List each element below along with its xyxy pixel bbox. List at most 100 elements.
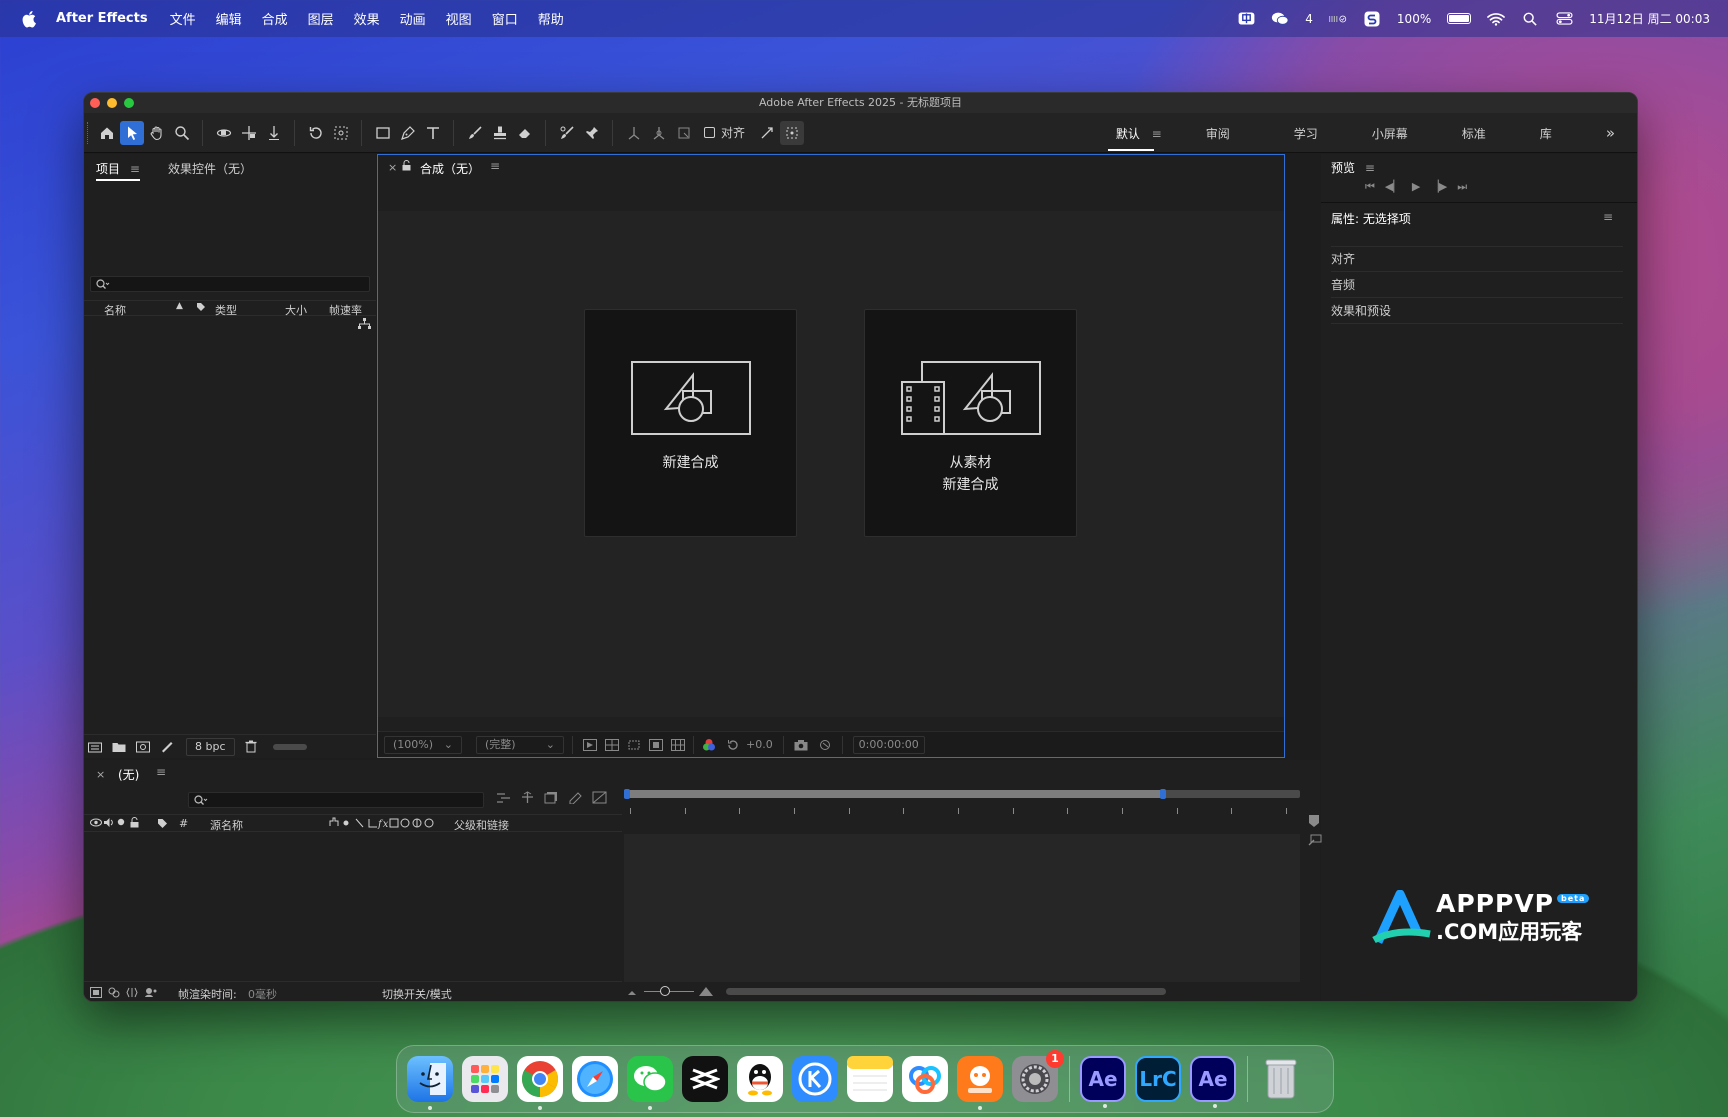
clone-stamp-tool-icon[interactable]	[488, 121, 512, 145]
lightroom-classic-dock-icon[interactable]: LrC	[1135, 1056, 1181, 1102]
close-timeline-button[interactable]: ×	[96, 768, 105, 781]
next-frame-icon[interactable]: ▕▶	[1430, 180, 1447, 194]
taobao-icon[interactable]	[957, 1056, 1003, 1110]
menubar-clock[interactable]: 11月12日 周二 00:03	[1589, 10, 1710, 27]
layer-switches-pane-icon[interactable]	[90, 987, 102, 998]
pan-camera-icon[interactable]	[237, 121, 261, 145]
solo-dot-icon[interactable]	[117, 818, 125, 826]
toggle-switches-modes-button[interactable]: 切换开关/模式	[382, 986, 452, 1001]
magnification-dropdown[interactable]: (100%) ⌄	[384, 735, 462, 754]
sort-ascending-icon[interactable]: ▲	[176, 301, 183, 311]
toggle-mask-icon[interactable]	[649, 738, 663, 751]
menu-composition[interactable]: 合成	[262, 9, 288, 28]
column-frame-rate[interactable]: 帧速率	[329, 302, 362, 318]
render-time-pane-icon[interactable]	[144, 987, 157, 998]
audio-panel-header[interactable]: 音频	[1331, 274, 1623, 298]
timeline-search-input[interactable]	[188, 792, 484, 808]
align-toggle[interactable]: 对齐	[704, 124, 745, 141]
orbit-camera-icon[interactable]	[212, 121, 236, 145]
hide-shy-layers-icon[interactable]	[544, 791, 559, 804]
menu-help[interactable]: 帮助	[538, 9, 564, 28]
frame-blending-icon[interactable]	[568, 791, 583, 804]
resolution-dropdown[interactable]: (完整) ⌄	[476, 735, 564, 754]
lock-icon[interactable]	[402, 160, 411, 171]
play-icon[interactable]: ▶	[1412, 180, 1420, 194]
wechat-icon[interactable]	[627, 1056, 673, 1110]
view-axis-mode-icon[interactable]	[672, 121, 696, 145]
motion-blur-icon[interactable]	[592, 791, 607, 804]
zoom-tool-icon[interactable]	[170, 121, 194, 145]
menu-effect[interactable]: 效果	[354, 9, 380, 28]
snapshot-camera-icon[interactable]	[794, 739, 808, 751]
wechat-menubar-icon[interactable]	[1271, 12, 1289, 26]
workspace-menu-icon[interactable]: ≡	[1152, 127, 1162, 141]
zoom-slider-thumb[interactable]	[660, 986, 670, 996]
region-of-interest-icon[interactable]	[627, 739, 641, 751]
hand-tool-icon[interactable]	[145, 121, 169, 145]
label-tag-icon[interactable]	[157, 818, 168, 829]
previous-frame-icon[interactable]: ◀▏	[1385, 180, 1402, 194]
snapping-icon[interactable]	[755, 121, 779, 145]
work-area-end-handle[interactable]	[1160, 789, 1166, 799]
home-icon[interactable]	[95, 121, 119, 145]
preview-menu-icon[interactable]: ≡	[1365, 161, 1375, 175]
after-effects-2-dock-icon[interactable]: Ae	[1190, 1056, 1236, 1108]
label-tag-icon[interactable]	[196, 302, 206, 315]
world-axis-mode-icon[interactable]	[647, 121, 671, 145]
pen-tool-icon[interactable]	[396, 121, 420, 145]
work-area-range[interactable]	[624, 790, 1164, 798]
eraser-tool-icon[interactable]	[513, 121, 537, 145]
draft-3d-icon[interactable]	[520, 791, 535, 804]
transparency-grid-icon[interactable]	[605, 738, 619, 751]
fast-previews-icon[interactable]	[583, 738, 597, 751]
trash-icon[interactable]	[245, 740, 257, 753]
menu-edit[interactable]: 编辑	[216, 9, 242, 28]
comp-marker-bin-icon[interactable]	[1308, 814, 1320, 828]
kuaishou-icon[interactable]	[792, 1056, 838, 1102]
last-frame-icon[interactable]: ⏭	[1457, 180, 1467, 194]
vpn-status-icon[interactable]	[1328, 12, 1347, 26]
apple-icon[interactable]	[22, 10, 38, 28]
comp-panel-menu-icon[interactable]: ≡	[490, 159, 500, 173]
launchpad-icon[interactable]	[462, 1056, 508, 1102]
workspace-libraries[interactable]: 库	[1518, 125, 1574, 142]
selection-tool-icon[interactable]	[120, 120, 144, 145]
new-composition-icon[interactable]	[136, 741, 150, 753]
video-eye-icon[interactable]	[90, 818, 102, 827]
menu-animation[interactable]: 动画	[400, 9, 426, 28]
project-panel-menu-icon[interactable]: ≡	[130, 162, 140, 176]
zoom-in-icon[interactable]	[698, 985, 714, 997]
capcut-icon[interactable]	[682, 1056, 728, 1102]
in-out-pane-icon[interactable]	[126, 987, 138, 998]
baidu-netdisk-icon[interactable]	[902, 1056, 948, 1102]
rotation-tool-icon[interactable]	[304, 121, 328, 145]
reset-exposure-icon[interactable]	[726, 738, 740, 752]
layer-number-column[interactable]: #	[179, 817, 188, 830]
transfer-controls-pane-icon[interactable]	[108, 987, 120, 998]
column-type[interactable]: 类型	[215, 302, 237, 318]
scripts-icon[interactable]	[1363, 11, 1381, 26]
workspace-learn[interactable]: 学习	[1272, 125, 1340, 142]
input-method-icon[interactable]	[1237, 12, 1255, 26]
new-comp-from-footage-card[interactable]: 从素材 新建合成	[864, 309, 1077, 537]
new-composition-card[interactable]: 新建合成	[584, 309, 797, 537]
close-window-button[interactable]	[90, 98, 100, 108]
chrome-icon[interactable]	[517, 1056, 563, 1110]
qq-icon[interactable]	[737, 1056, 783, 1102]
menu-file[interactable]: 文件	[170, 9, 196, 28]
after-effects-dock-icon[interactable]: Ae	[1080, 1056, 1126, 1108]
guides-grid-icon[interactable]	[671, 738, 685, 751]
timeline-scrollbar[interactable]	[726, 988, 1166, 995]
trash-icon[interactable]	[1258, 1056, 1304, 1102]
tab-project[interactable]: 项目 ≡	[96, 160, 140, 181]
tab-effect-controls[interactable]: 效果控件（无）	[168, 160, 252, 177]
interpret-footage-icon[interactable]	[88, 741, 102, 753]
align-panel-header[interactable]: 对齐	[1331, 248, 1623, 272]
workspace-overflow-icon[interactable]: »	[1584, 124, 1637, 142]
effects-presets-panel-header[interactable]: 效果和预设	[1331, 300, 1623, 324]
work-area-start-handle[interactable]	[624, 789, 630, 799]
audio-speaker-icon[interactable]	[103, 817, 114, 828]
menu-view[interactable]: 视图	[446, 9, 472, 28]
menu-layer[interactable]: 图层	[308, 9, 334, 28]
parent-link-column[interactable]: 父级和链接	[454, 817, 509, 833]
